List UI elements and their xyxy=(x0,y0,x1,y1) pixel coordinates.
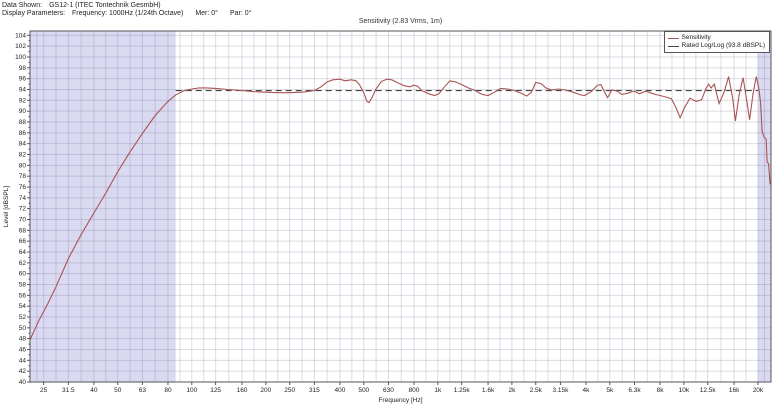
svg-text:200: 200 xyxy=(260,387,271,394)
svg-text:72: 72 xyxy=(19,206,27,213)
svg-text:4k: 4k xyxy=(583,387,591,394)
svg-text:64: 64 xyxy=(19,249,27,256)
svg-text:100: 100 xyxy=(15,54,26,61)
sensitivity-chart: 25 31.5 40 50 63 80 100 125 160 200 250 315 400 500 63… xyxy=(3,30,772,404)
svg-text:42: 42 xyxy=(19,368,27,375)
svg-text:8k: 8k xyxy=(657,387,665,394)
svg-text:100: 100 xyxy=(186,387,197,394)
svg-text:70: 70 xyxy=(19,217,27,224)
svg-text:96: 96 xyxy=(19,76,27,83)
svg-text:52: 52 xyxy=(19,314,27,321)
svg-text:58: 58 xyxy=(19,282,27,289)
svg-text:82: 82 xyxy=(19,152,27,159)
svg-text:78: 78 xyxy=(19,173,27,180)
svg-text:160: 160 xyxy=(237,387,248,394)
svg-text:74: 74 xyxy=(19,195,27,202)
svg-text:46: 46 xyxy=(19,347,27,354)
svg-text:90: 90 xyxy=(19,108,27,115)
svg-text:12.5k: 12.5k xyxy=(700,387,717,394)
svg-text:125: 125 xyxy=(210,387,221,394)
svg-text:54: 54 xyxy=(19,303,27,310)
svg-text:6.3k: 6.3k xyxy=(628,387,641,394)
svg-text:250: 250 xyxy=(284,387,295,394)
svg-text:66: 66 xyxy=(19,238,27,245)
svg-text:16k: 16k xyxy=(729,387,740,394)
svg-text:88: 88 xyxy=(19,119,27,126)
svg-text:2.5k: 2.5k xyxy=(530,387,543,394)
svg-text:56: 56 xyxy=(19,292,27,299)
legend-label-rated: Rated Log/Log (93.8 dBSPL) xyxy=(681,42,765,49)
legend-label-sensitivity: Sensitivity xyxy=(681,34,711,41)
svg-text:80: 80 xyxy=(164,387,172,394)
svg-text:800: 800 xyxy=(409,387,420,394)
svg-text:94: 94 xyxy=(19,87,27,94)
svg-text:315: 315 xyxy=(309,387,320,394)
svg-text:60: 60 xyxy=(19,271,27,278)
svg-text:86: 86 xyxy=(19,130,27,137)
svg-text:400: 400 xyxy=(334,387,345,394)
svg-text:84: 84 xyxy=(19,141,27,148)
svg-text:40: 40 xyxy=(19,379,27,386)
measurement-window: Data Shown: GS12-1 (ITEC Tontechnik Gesmb… xyxy=(0,0,777,411)
svg-text:98: 98 xyxy=(19,65,27,72)
y-axis-title: Level [dBSPL] xyxy=(3,186,10,227)
svg-text:80: 80 xyxy=(19,162,27,169)
legend-item-sensitivity: Sensitivity xyxy=(667,34,765,42)
svg-text:10k: 10k xyxy=(679,387,690,394)
svg-text:1.25k: 1.25k xyxy=(454,387,471,394)
svg-text:40: 40 xyxy=(90,387,98,394)
rated-line-swatch xyxy=(667,45,679,47)
svg-text:68: 68 xyxy=(19,227,27,234)
svg-text:31.5: 31.5 xyxy=(62,387,75,394)
svg-text:50: 50 xyxy=(19,325,27,332)
svg-text:44: 44 xyxy=(19,357,27,364)
svg-text:1k: 1k xyxy=(434,387,442,394)
legend-item-rated: Rated Log/Log (93.8 dBSPL) xyxy=(667,42,765,50)
svg-text:2k: 2k xyxy=(508,387,516,394)
sensitivity-line-swatch xyxy=(667,37,679,39)
svg-text:48: 48 xyxy=(19,336,27,343)
svg-text:102: 102 xyxy=(15,43,26,50)
svg-text:50: 50 xyxy=(114,387,122,394)
svg-text:500: 500 xyxy=(358,387,369,394)
svg-text:76: 76 xyxy=(19,184,27,191)
svg-text:62: 62 xyxy=(19,260,27,267)
x-axis-title: Frequency [Hz] xyxy=(378,397,422,404)
svg-text:1.6k: 1.6k xyxy=(482,387,495,394)
svg-text:630: 630 xyxy=(383,387,394,394)
svg-text:20k: 20k xyxy=(753,387,764,394)
svg-text:5k: 5k xyxy=(606,387,614,394)
svg-text:25: 25 xyxy=(40,387,48,394)
y-axis-labels: 40 42 44 46 48 50 52 54 56 58 60 62 64 66 68 70 72 74 76 78… xyxy=(15,32,30,386)
svg-text:3.15k: 3.15k xyxy=(552,387,569,394)
x-axis-labels: 25 31.5 40 50 63 80 100 125 160 200 250 315 400 500 63… xyxy=(40,382,764,394)
svg-text:104: 104 xyxy=(15,32,26,39)
svg-text:63: 63 xyxy=(139,387,147,394)
svg-text:92: 92 xyxy=(19,97,27,104)
chart-legend: Sensitivity Rated Log/Log (93.8 dBSPL) xyxy=(663,31,770,53)
